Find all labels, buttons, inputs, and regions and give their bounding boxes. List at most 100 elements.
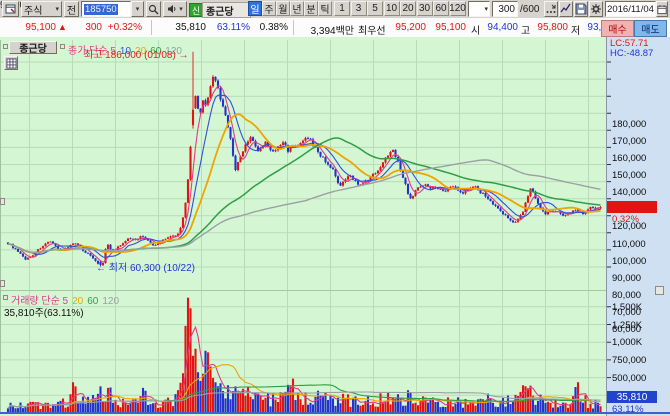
candle-count-input[interactable]: 300 xyxy=(492,1,518,17)
tab-period-week[interactable]: 주 xyxy=(262,1,276,16)
buy-button[interactable]: 매수 xyxy=(601,20,634,37)
tab-period-month[interactable]: 월 xyxy=(276,1,290,16)
sell-label: 매도 xyxy=(641,21,659,36)
minute-button-20[interactable]: 20 xyxy=(400,1,416,16)
jeon-button[interactable]: 전 xyxy=(64,1,79,17)
tab-period-minute[interactable]: 분 xyxy=(304,1,318,16)
minute-button-5[interactable]: 5 xyxy=(367,1,383,16)
chart-stock-label-box[interactable]: 종근당 xyxy=(9,41,57,54)
minute-button-120[interactable]: 120 xyxy=(450,1,466,16)
settings-button[interactable] xyxy=(589,1,603,17)
pane-marker[interactable] xyxy=(3,44,8,49)
stock-code-dropdown-button[interactable]: ▾ xyxy=(131,1,144,17)
jeon-label: 전 xyxy=(67,2,76,17)
tab-label: 월 xyxy=(278,1,287,16)
minute-button-3[interactable]: 3 xyxy=(351,1,367,16)
stock-name-field[interactable]: 종근당 xyxy=(202,2,251,18)
price-volume-chart[interactable] xyxy=(0,37,670,416)
asset-type-combo[interactable]: 주식 ▾ xyxy=(21,1,62,17)
tab-period-day[interactable]: 일 xyxy=(248,1,262,16)
price-axis-label: 160,000 xyxy=(612,153,662,164)
sell-button[interactable]: 매도 xyxy=(634,20,667,37)
left-split-handle[interactable] xyxy=(0,280,5,287)
high-label: 고 xyxy=(521,22,530,37)
volume-axis-label: 1,000K xyxy=(612,337,662,348)
right-arrow-icon: → xyxy=(179,50,189,61)
low-annotation-text: 최저 60,300 (10/22) xyxy=(109,263,195,274)
minute-label: 10 xyxy=(386,3,397,14)
volume-axis-label: 1,500K xyxy=(612,302,662,313)
best-bid: 95,100 xyxy=(430,22,466,33)
compare-chart-button[interactable] xyxy=(544,1,558,17)
left-arrow-icon: ← xyxy=(96,263,106,274)
trendline-tool-button[interactable] xyxy=(559,1,573,17)
tab-label: 일 xyxy=(250,1,259,16)
vma120-label: 120 xyxy=(102,296,119,307)
tab-label: 틱 xyxy=(320,1,329,16)
current-price: 95,100 xyxy=(8,22,56,33)
vma60-label: 60 xyxy=(87,296,98,307)
divider xyxy=(151,20,152,35)
date-value: 2016/11/04 xyxy=(607,4,654,15)
minute-button-10[interactable]: 10 xyxy=(384,1,400,16)
interval-combo[interactable]: ▾ xyxy=(468,1,490,17)
minute-button-60[interactable]: 60 xyxy=(433,1,449,16)
minute-label: 30 xyxy=(419,3,430,14)
search-button[interactable] xyxy=(146,1,161,17)
trade-value: 3,394백만 xyxy=(298,22,354,37)
chevron-down-icon: ▾ xyxy=(55,5,59,13)
minute-button-30[interactable]: 30 xyxy=(417,1,433,16)
tab-period-year[interactable]: 년 xyxy=(290,1,304,16)
minute-label: 3 xyxy=(356,3,362,14)
volume-summary-text: 35,810주(63.11%) xyxy=(4,304,84,319)
window-link-button[interactable] xyxy=(2,1,19,17)
price-axis-label: 150,000 xyxy=(612,170,662,181)
low-annotation: ← 최저 60,300 (10/22) xyxy=(96,259,195,274)
chart-stock-label: 종근당 xyxy=(19,40,47,55)
volume-axis-label: 750,000 xyxy=(612,355,662,366)
calendar-button[interactable] xyxy=(656,1,668,17)
volume-badge-value: 35,810 xyxy=(607,392,657,403)
current-price-badge xyxy=(607,201,657,213)
price-axis-label: 80,000 xyxy=(612,290,662,301)
candle-max-label: /600 xyxy=(520,4,539,15)
up-triangle-icon: ▲ xyxy=(58,22,67,32)
minute-button-1[interactable]: 1 xyxy=(334,1,350,16)
hc-label: HC:-48.87 xyxy=(610,48,653,59)
open-price: 94,400 xyxy=(482,22,518,33)
volume-ratio: 63.11% xyxy=(208,22,250,33)
left-split-handle[interactable] xyxy=(0,198,5,205)
sound-button[interactable]: ▾ xyxy=(163,1,187,17)
candle-count-value: 300 xyxy=(498,4,515,15)
tab-period-tick[interactable]: 틱 xyxy=(318,1,332,16)
chevron-down-icon: ▾ xyxy=(179,5,183,13)
price-axis-label: 140,000 xyxy=(612,187,662,198)
minute-label: 60 xyxy=(435,3,446,14)
grid-settings-button[interactable] xyxy=(4,56,18,70)
price-axis-label: 100,000 xyxy=(612,256,662,267)
search-icon xyxy=(148,4,159,15)
minute-label: 20 xyxy=(402,3,413,14)
date-input[interactable]: 2016/11/04 xyxy=(605,1,656,17)
pane-marker[interactable] xyxy=(60,44,65,49)
best-ask: 95,200 xyxy=(390,22,426,33)
minute-label: 5 xyxy=(372,3,378,14)
price-axis-label: 110,000 xyxy=(612,239,662,250)
stock-code-value: 185750 xyxy=(84,4,118,15)
stock-code-input[interactable]: 185750 xyxy=(81,1,131,17)
volume-axis-label: 1,250K xyxy=(612,320,662,331)
stock-name-label: 종근당 xyxy=(206,3,234,18)
price-axis-label: 170,000 xyxy=(612,136,662,147)
minute-label: 120 xyxy=(449,3,466,14)
tab-label: 분 xyxy=(306,1,315,16)
tab-label: 년 xyxy=(292,1,301,16)
gear-icon xyxy=(590,3,602,15)
grid-icon xyxy=(6,58,17,69)
save-button[interactable] xyxy=(574,1,588,17)
chart-bottom-scroll-edge[interactable] xyxy=(0,412,670,414)
pane-marker[interactable] xyxy=(3,295,8,300)
chevron-down-icon: ▾ xyxy=(136,5,140,13)
speaker-icon xyxy=(167,4,177,14)
stock-chart-window: 주식 ▾ 전 185750 ▾ ▾ 신 종근당 일 주 월 년 분 틱 1 3 … xyxy=(0,0,670,416)
high-price: 95,800 xyxy=(532,22,568,33)
